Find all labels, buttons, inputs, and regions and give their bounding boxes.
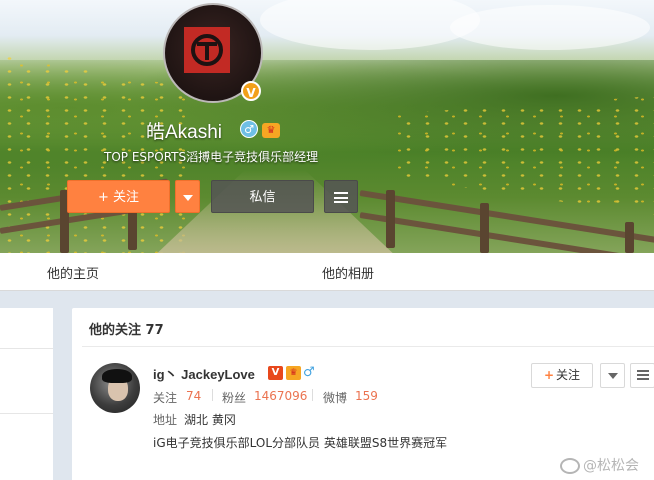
divider	[212, 389, 213, 401]
message-button[interactable]: 私信	[211, 180, 314, 213]
crown-badge-icon: ♛	[262, 123, 280, 138]
address-value: 湖北 黄冈	[184, 413, 236, 427]
stat-fans-label: 粉丝	[222, 391, 247, 405]
stat-weibo-value[interactable]: 159	[355, 389, 378, 403]
stat-fans-value[interactable]: 1467096	[254, 389, 307, 403]
top-esports-logo-mark	[191, 34, 223, 66]
user-follow-button[interactable]: + 关注	[531, 363, 593, 388]
crown-badge-icon: ♛	[286, 366, 301, 380]
fence-post	[386, 190, 395, 248]
menu-icon	[334, 192, 348, 203]
following-title: 他的关注 77	[89, 323, 164, 338]
profile-cover: V 皓Akashi ♂ ♛ TOP ESPORTS滔搏电子竞技俱乐部经理 + 关…	[0, 0, 654, 253]
divider	[82, 346, 654, 347]
plus-icon: +	[543, 368, 555, 382]
verified-v-icon: V	[268, 366, 283, 380]
address-label: 地址	[153, 413, 178, 427]
cover-cloud	[450, 5, 650, 50]
menu-icon	[636, 370, 649, 380]
verified-v-icon: V	[241, 81, 261, 101]
divider	[0, 348, 53, 349]
user-description: iG电子竞技俱乐部LOL分部队员 英雄联盟S8世界赛冠军	[153, 436, 448, 450]
weibo-logo-icon	[560, 458, 580, 474]
cover-cloud	[260, 0, 480, 50]
user-name[interactable]: ig丶 JackeyLove	[153, 364, 255, 383]
profile-tab-bar: 他的主页 他的相册	[0, 253, 654, 291]
user-follow-dropdown-button[interactable]	[600, 363, 625, 388]
watermark: @松松会	[560, 455, 639, 475]
profile-name: 皓Akashi	[146, 122, 223, 143]
divider	[0, 413, 53, 414]
stat-following-value[interactable]: 74	[186, 389, 201, 403]
fence-post	[625, 222, 634, 253]
profile-bio: TOP ESPORTS滔搏电子竞技俱乐部经理	[104, 150, 319, 164]
user-follow-label: 关注	[556, 368, 581, 382]
more-menu-button[interactable]	[324, 180, 358, 213]
user-avatar[interactable]	[90, 363, 140, 413]
avatar-hair	[102, 369, 132, 383]
follow-button[interactable]: + 关注	[67, 180, 170, 213]
stat-following-label: 关注	[153, 391, 178, 405]
watermark-text: @松松会	[583, 458, 639, 474]
male-gender-icon: ♂	[303, 365, 315, 380]
stat-weibo-label: 微博	[323, 391, 348, 405]
divider	[312, 389, 313, 401]
follow-dropdown-button[interactable]	[175, 180, 200, 213]
male-gender-icon: ♂	[240, 120, 258, 138]
left-sidebar-card	[0, 308, 53, 480]
user-more-menu-button[interactable]	[630, 363, 654, 388]
fence-post	[480, 203, 489, 253]
chevron-down-icon	[182, 194, 193, 201]
tab-home[interactable]: 他的主页	[47, 263, 99, 282]
chevron-down-icon	[607, 372, 618, 379]
tab-album[interactable]: 他的相册	[322, 263, 374, 282]
